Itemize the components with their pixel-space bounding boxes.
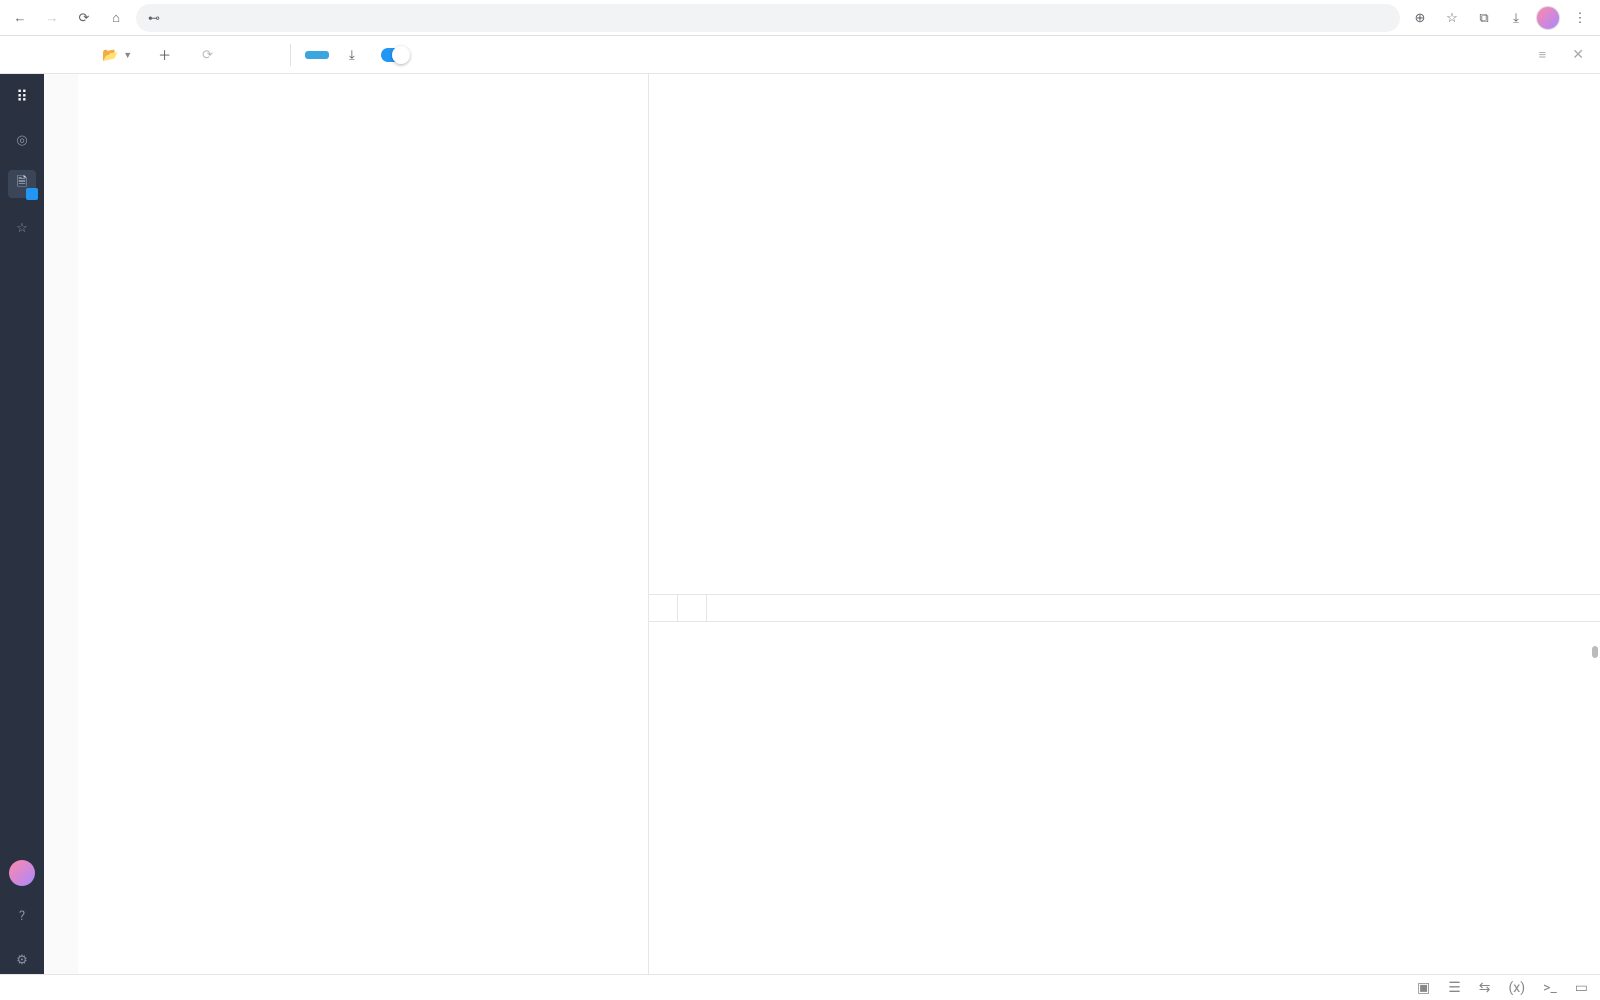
right-panel <box>649 74 1600 974</box>
profile-avatar[interactable] <box>1536 6 1560 30</box>
refresh-icon: ⟳ <box>202 47 213 63</box>
extensions-icon[interactable]: ⧉ <box>1472 6 1496 30</box>
app-toolbar: 📂▼ ＋ ⟳ ⤓ ≡ ✕ <box>0 36 1600 74</box>
settings-icon[interactable]: ⚙ <box>8 946 36 974</box>
url-bar[interactable]: ⊷ <box>136 4 1400 32</box>
presentation-icon[interactable]: ▭ <box>1575 980 1588 996</box>
folder-open-icon: 📂 <box>102 47 118 63</box>
toggle-switch[interactable] <box>381 48 409 62</box>
help-button[interactable] <box>264 51 276 59</box>
code-button[interactable] <box>238 51 250 59</box>
reload-icon[interactable]: ⟳ <box>72 6 96 30</box>
code-editor[interactable] <box>44 74 649 974</box>
site-info-icon[interactable]: ⊷ <box>148 11 160 25</box>
plus-icon: ＋ <box>158 45 171 64</box>
new-button[interactable]: ＋ <box>152 41 182 68</box>
tab-multiaxis[interactable] <box>649 595 678 621</box>
hamburger-icon[interactable]: ≡ <box>1533 43 1553 66</box>
variables-icon[interactable]: (x) <box>1509 980 1526 996</box>
table-scrollbar[interactable] <box>1592 646 1598 658</box>
download-button[interactable]: ⤓ <box>343 43 361 67</box>
chevron-down-icon: ▼ <box>123 50 132 60</box>
forward-icon[interactable]: → <box>40 6 64 30</box>
files-icon[interactable]: 🗎 <box>8 170 36 198</box>
main: ⠿ ◎ 🗎 ☆ ? ⚙ <box>0 74 1600 974</box>
download-icon: ⤓ <box>349 47 355 63</box>
refresh-button[interactable]: ⟳ <box>196 43 224 67</box>
compass-icon[interactable]: ◎ <box>8 126 36 154</box>
tree-icon[interactable]: ⇆ <box>1479 980 1491 996</box>
browser-chrome: ← → ⟳ ⌂ ⊷ ⊕ ☆ ⧉ ⤓ ⋮ <box>0 0 1600 36</box>
star-icon[interactable]: ☆ <box>8 214 36 242</box>
layout-icon[interactable]: ▣ <box>1417 980 1430 996</box>
back-icon[interactable]: ← <box>8 6 32 30</box>
help-rail-icon[interactable]: ? <box>8 902 36 930</box>
app-logo-icon[interactable]: ⠿ <box>8 82 36 110</box>
download-icon[interactable]: ⤓ <box>1504 6 1528 30</box>
menu-icon[interactable]: ⋮ <box>1568 6 1592 30</box>
line-gutter <box>44 74 78 974</box>
tab-facet[interactable] <box>678 595 707 621</box>
code-content[interactable] <box>78 74 648 974</box>
console-icon[interactable]: >_ <box>1543 980 1557 996</box>
charts-grid <box>649 74 1600 594</box>
list-icon[interactable]: ☰ <box>1448 980 1461 996</box>
chart-tabs <box>649 594 1600 622</box>
open-button[interactable]: 📂▼ <box>96 43 138 67</box>
status-bar: ▣ ☰ ⇆ (x) >_ ▭ <box>0 974 1600 1000</box>
user-avatar[interactable] <box>9 860 35 886</box>
close-icon[interactable]: ✕ <box>1566 42 1590 67</box>
edit-toggle[interactable] <box>375 44 420 66</box>
home-icon[interactable]: ⌂ <box>104 6 128 30</box>
data-table[interactable] <box>649 622 1600 974</box>
save-button[interactable] <box>305 51 329 59</box>
zoom-icon[interactable]: ⊕ <box>1408 6 1432 30</box>
bookmark-icon[interactable]: ☆ <box>1440 6 1464 30</box>
files-badge <box>26 188 38 200</box>
left-rail: ⠿ ◎ 🗎 ☆ ? ⚙ <box>0 74 44 974</box>
